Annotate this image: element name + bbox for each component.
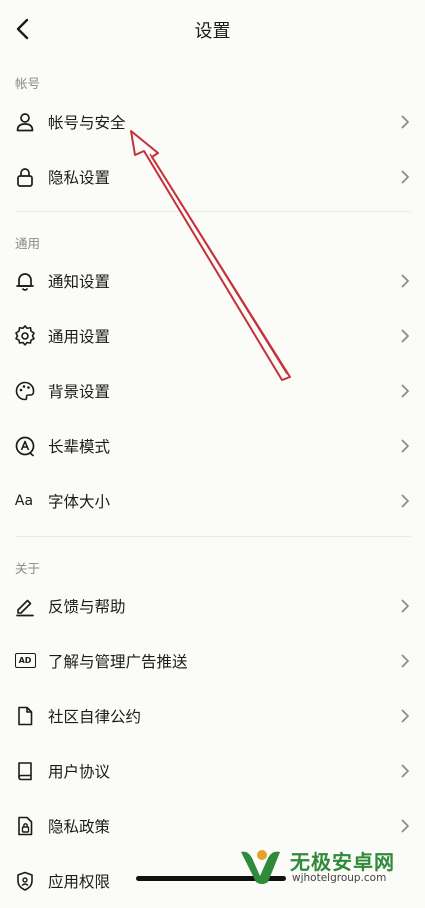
page-title: 设置 xyxy=(194,21,231,42)
settings-item-label: 应用权限 xyxy=(48,872,111,891)
chevron-right-icon xyxy=(401,819,409,832)
settings-item-font-size[interactable]: Aa 字体大小 xyxy=(0,473,425,528)
chevron-right-icon xyxy=(401,764,409,777)
settings-item-community-rules[interactable]: 社区自律公约 xyxy=(0,688,425,743)
settings-item-privacy-settings[interactable]: 隐私设置 xyxy=(0,149,425,204)
watermark-url: wjhotelgroup.com xyxy=(292,872,387,884)
ad-icon: AD xyxy=(13,649,37,673)
lock-icon xyxy=(13,165,37,189)
chevron-right-icon xyxy=(401,599,409,612)
settings-item-label: 字体大小 xyxy=(48,492,111,511)
chevron-right-icon xyxy=(401,654,409,667)
chevron-right-icon xyxy=(401,170,409,183)
chevron-right-icon xyxy=(401,494,409,507)
palette-icon xyxy=(13,379,37,403)
settings-item-label: 隐私政策 xyxy=(48,817,111,836)
settings-item-label: 通知设置 xyxy=(48,272,111,291)
feedback-pencil-icon xyxy=(13,594,37,618)
settings-item-background[interactable]: 背景设置 xyxy=(0,363,425,418)
font-size-icon: Aa xyxy=(13,489,37,513)
settings-item-label: 帐号与安全 xyxy=(48,113,126,132)
gear-icon xyxy=(13,324,37,348)
settings-item-label: 通用设置 xyxy=(48,327,111,346)
shield-icon xyxy=(13,869,37,893)
book-icon xyxy=(13,759,37,783)
section-divider xyxy=(15,536,411,537)
settings-item-label: 了解与管理广告推送 xyxy=(48,652,188,671)
settings-item-label: 社区自律公约 xyxy=(48,707,142,726)
chevron-right-icon xyxy=(401,439,409,452)
settings-item-feedback[interactable]: 反馈与帮助 xyxy=(0,578,425,633)
section-label-general: 通用 xyxy=(15,236,41,251)
settings-item-elder-mode[interactable]: 长辈模式 xyxy=(0,418,425,473)
settings-item-notifications[interactable]: 通知设置 xyxy=(0,253,425,308)
chevron-right-icon xyxy=(401,329,409,342)
chevron-right-icon xyxy=(401,709,409,722)
settings-item-label: 隐私设置 xyxy=(48,168,111,187)
watermark: 无极安卓网 wjhotelgroup.com xyxy=(238,842,425,891)
section-label-about: 关于 xyxy=(15,561,41,576)
chevron-right-icon xyxy=(401,115,409,128)
settings-item-user-agreement[interactable]: 用户协议 xyxy=(0,743,425,798)
watermark-logo-icon xyxy=(241,850,280,884)
user-icon xyxy=(13,110,37,134)
settings-item-ad-management[interactable]: AD 了解与管理广告推送 xyxy=(0,633,425,688)
ad-icon-text: AD xyxy=(18,655,32,665)
watermark-name: 无极安卓网 xyxy=(290,850,395,874)
font-size-icon-text: Aa xyxy=(14,492,34,509)
settings-item-general[interactable]: 通用设置 xyxy=(0,308,425,363)
settings-item-label: 背景设置 xyxy=(48,382,111,401)
settings-item-label: 用户协议 xyxy=(48,762,111,781)
settings-item-account-security[interactable]: 帐号与安全 xyxy=(0,94,425,149)
chevron-right-icon xyxy=(401,274,409,287)
settings-item-label: 长辈模式 xyxy=(48,437,111,456)
chevron-right-icon xyxy=(401,384,409,397)
section-divider xyxy=(15,211,411,212)
top-nav-bar: 设置 xyxy=(0,0,425,60)
settings-item-label: 反馈与帮助 xyxy=(48,597,126,616)
bell-icon xyxy=(13,269,37,293)
section-label-account: 帐号 xyxy=(15,76,41,91)
document-icon xyxy=(13,704,37,728)
privacy-policy-icon xyxy=(13,814,37,838)
elder-mode-icon xyxy=(13,434,37,458)
